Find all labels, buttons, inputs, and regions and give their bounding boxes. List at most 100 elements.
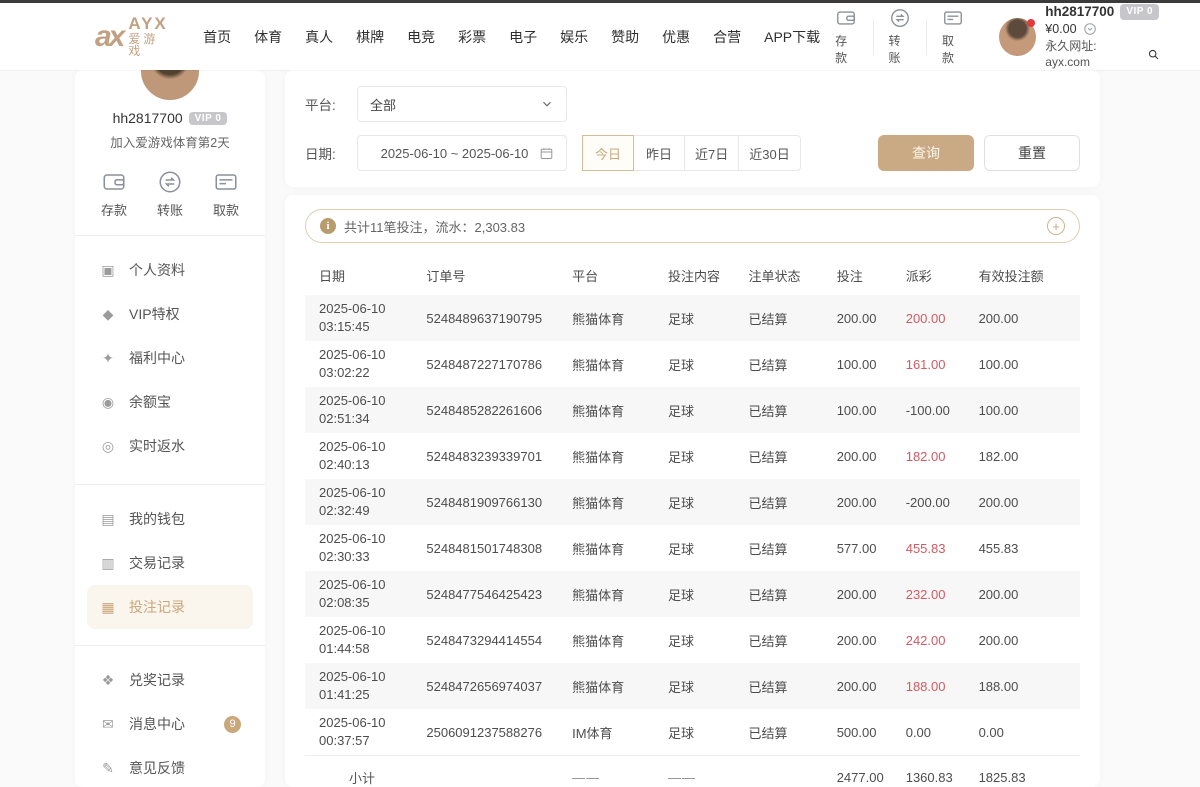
brand-logo[interactable]: ax AYX 爱游戏 [95, 15, 171, 58]
sidebar-transfer-button[interactable]: 转账 [157, 169, 183, 219]
cell-bet-content: 足球 [658, 350, 739, 379]
nav-item[interactable]: 合营 [713, 27, 741, 47]
nav-item[interactable]: 真人 [305, 27, 333, 47]
bet-records-panel: i 共计11笔投注，流水：2,303.83 + 日期 订单号 平台 投注内容 注… [285, 195, 1100, 787]
logo-mark-icon: ax [95, 20, 122, 54]
menu-item-icon: ✉ [99, 716, 117, 733]
menu-item-label: 福利中心 [129, 348, 185, 368]
table-row: 2025-06-1002:30:33 5248481501748308 熊猫体育… [305, 525, 1080, 571]
divider [75, 484, 265, 485]
nav-item[interactable]: 电子 [509, 27, 537, 47]
col-header: 订单号 [416, 261, 562, 290]
balance-refresh-icon[interactable] [1083, 22, 1097, 36]
subtotal-bet: 2477.00 [827, 765, 896, 787]
cell-bet-content: 足球 [658, 718, 739, 747]
nav-item[interactable]: APP下载 [764, 27, 820, 47]
filter-panel: 平台: 全部 日期: 2025-06-10 ~ 2025-06-10 [285, 70, 1100, 187]
sidebar-item-prize-records[interactable]: ❖ 兑奖记录 [87, 658, 253, 702]
sidebar-item-bet-records[interactable]: ▦ 投注记录 [87, 585, 253, 629]
cell-status: 已结算 [739, 534, 827, 563]
main-nav: 首页 体育 真人 棋牌 电竞 彩票 电子 娱乐 赞助 优惠 合营 APP下载 [203, 27, 820, 47]
quick-date-chip[interactable]: 昨日 [633, 135, 685, 171]
expand-plus-icon[interactable]: + [1047, 217, 1065, 235]
header: ax AYX 爱游戏 首页 体育 真人 棋牌 电竞 彩票 电子 娱乐 赞助 优惠 合营 APP下载 存… [0, 3, 1200, 70]
sidebar-quick-actions: 存款 转账 取款 [75, 169, 265, 219]
table-row: 2025-06-1003:02:22 5248487227170786 熊猫体育… [305, 341, 1080, 387]
sidebar-withdraw-button[interactable]: 取款 [213, 169, 239, 219]
withdraw-button[interactable]: 取款 [927, 7, 979, 66]
menu-item-icon: ✦ [99, 350, 117, 367]
cell-bet-content: 足球 [658, 626, 739, 655]
sidebar-menu-group-1: ▣ 个人资料 ◆ VIP特权 ✦ 福利中心 ◉ [75, 244, 265, 468]
cell-platform: 熊猫体育 [562, 350, 658, 379]
menu-item-label: VIP特权 [129, 304, 180, 324]
summary-text: 共计11笔投注，流水：2,303.83 [344, 217, 525, 236]
transfer-button[interactable]: 转账 [874, 7, 926, 66]
user-panel: hh2817700 VIP 0 ¥0.00 永久网址: ayx.com [999, 3, 1160, 70]
col-header: 注单状态 [739, 261, 827, 290]
notification-dot [1027, 19, 1035, 27]
sidebar-item-feedback[interactable]: ✎ 意见反馈 [87, 746, 253, 787]
cell-bet-content: 足球 [658, 396, 739, 425]
deposit-label: 存款 [835, 32, 857, 66]
nav-item[interactable]: 首页 [203, 27, 231, 47]
sidebar-item-yuebao[interactable]: ◉ 余额宝 [87, 380, 253, 424]
menu-item-icon: ◎ [99, 438, 117, 455]
menu-item-label: 兑奖记录 [129, 670, 185, 690]
cell-bet-amount: 500.00 [827, 720, 896, 745]
sidebar-item-wallet[interactable]: ▤ 我的钱包 [87, 497, 253, 541]
col-header: 投注内容 [658, 261, 739, 290]
cell-bet-amount: 200.00 [827, 490, 896, 515]
platform-select-value: 全部 [370, 95, 540, 114]
subtotal-platform: —— [562, 765, 658, 787]
query-button[interactable]: 查询 [878, 135, 974, 171]
deposit-button[interactable]: 存款 [820, 7, 872, 66]
cell-payout: -200.00 [896, 490, 969, 515]
table-row: 2025-06-1003:15:45 5248489637190795 熊猫体育… [305, 295, 1080, 341]
cell-bet-content: 足球 [658, 534, 739, 563]
calendar-icon [539, 146, 554, 161]
table-footer: 小计 —— —— 2477.00 1360.83 1825.83 [305, 755, 1080, 787]
cell-bet-amount: 100.00 [827, 352, 896, 377]
bank-card-icon [213, 169, 239, 195]
quick-date-chip[interactable]: 今日 [582, 135, 634, 171]
sidebar-item-profile[interactable]: ▣ 个人资料 [87, 248, 253, 292]
nav-item[interactable]: 赞助 [611, 27, 639, 47]
nav-item[interactable]: 电竞 [407, 27, 435, 47]
sidebar-deposit-button[interactable]: 存款 [101, 169, 127, 219]
date-range-input[interactable]: 2025-06-10 ~ 2025-06-10 [357, 135, 567, 171]
menu-item-icon: ▦ [99, 599, 117, 616]
sidebar-deposit-label: 存款 [101, 200, 127, 219]
nav-item[interactable]: 优惠 [662, 27, 690, 47]
sidebar-item-transactions[interactable]: ▥ 交易记录 [87, 541, 253, 585]
sidebar-item-vip[interactable]: ◆ VIP特权 [87, 292, 253, 336]
cell-order-number: 5248477546425423 [416, 582, 562, 607]
cell-status: 已结算 [739, 718, 827, 747]
cell-payout: 232.00 [896, 582, 969, 607]
cell-date: 2025-06-1002:51:34 [309, 387, 416, 432]
cell-valid-amount: 100.00 [969, 352, 1076, 377]
magnifier-icon[interactable] [1147, 48, 1160, 61]
logo-main-text: AYX [128, 15, 171, 33]
sidebar: hh2817700 VIP 0 加入爱游戏体育第2天 存款 转账 [75, 70, 265, 787]
cell-date: 2025-06-1001:44:58 [309, 617, 416, 662]
cell-status: 已结算 [739, 580, 827, 609]
col-header: 投注 [827, 261, 896, 290]
nav-item[interactable]: 彩票 [458, 27, 486, 47]
sidebar-item-welfare[interactable]: ✦ 福利中心 [87, 336, 253, 380]
platform-select[interactable]: 全部 [357, 86, 567, 122]
cell-payout: 182.00 [896, 444, 969, 469]
menu-item-icon: ▤ [99, 511, 117, 528]
reset-button[interactable]: 重置 [984, 135, 1080, 171]
cell-date: 2025-06-1002:40:13 [309, 433, 416, 478]
sidebar-item-rebate[interactable]: ◎ 实时返水 [87, 424, 253, 468]
nav-item[interactable]: 体育 [254, 27, 282, 47]
quick-date-chip[interactable]: 近7日 [684, 135, 739, 171]
nav-item[interactable]: 棋牌 [356, 27, 384, 47]
subtotal-label: 小计 [309, 763, 416, 787]
avatar[interactable] [999, 18, 1036, 56]
chevron-down-icon [540, 97, 554, 111]
nav-item[interactable]: 娱乐 [560, 27, 588, 47]
sidebar-item-messages[interactable]: ✉ 消息中心 9 [87, 702, 253, 746]
quick-date-chip[interactable]: 近30日 [738, 135, 800, 171]
